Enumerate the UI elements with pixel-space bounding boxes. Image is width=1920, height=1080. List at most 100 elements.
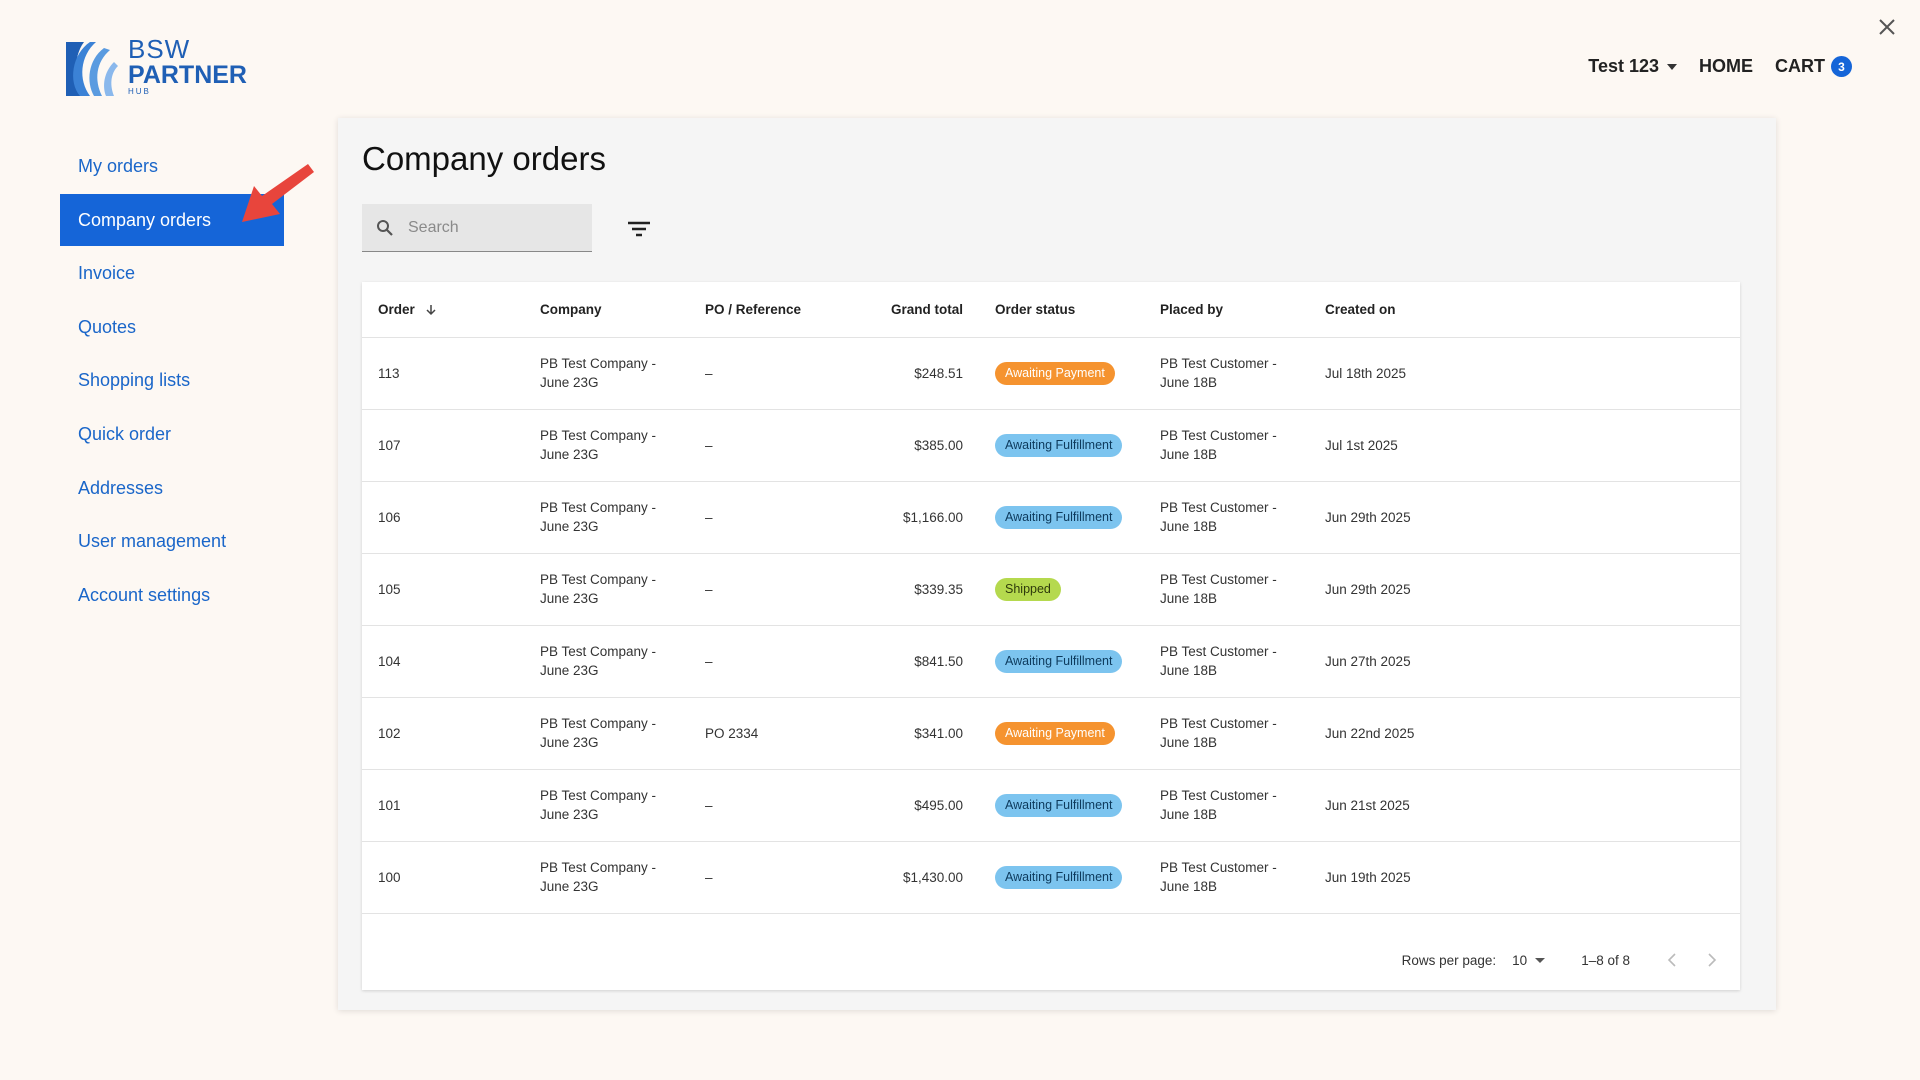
cell-company: PB Test Company - June 23G <box>524 769 689 842</box>
sidebar-item-addresses[interactable]: Addresses <box>60 462 284 514</box>
cell-company: PB Test Company - June 23G <box>524 553 689 626</box>
chevron-right-icon <box>1708 953 1717 967</box>
cell-placed-by: PB Test Customer - June 18B <box>1144 337 1309 410</box>
previous-page-button[interactable] <box>1658 946 1686 974</box>
table-row[interactable]: 101 PB Test Company - June 23G – $495.00 Awa… <box>362 769 1740 842</box>
cell-placed-by: PB Test Customer - June 18B <box>1144 481 1309 554</box>
table-row[interactable]: 102 PB Test Company - June 23G PO 2334 $341… <box>362 697 1740 770</box>
logo-line3: HUB <box>128 87 151 96</box>
rows-per-page-value: 10 <box>1512 952 1528 968</box>
column-header-order-label: Order <box>378 301 415 317</box>
column-header-company[interactable]: Company <box>524 282 689 338</box>
table-row[interactable]: 107 PB Test Company - June 23G – $385.00 Awa… <box>362 409 1740 482</box>
cell-created-on: Jul 18th 2025 <box>1309 337 1740 410</box>
status-badge: Awaiting Fulfillment <box>995 649 1123 673</box>
caret-down-icon <box>1535 957 1546 963</box>
arrow-down-icon <box>426 305 436 316</box>
page-title: Company orders <box>362 140 606 177</box>
column-header-grand-total[interactable]: Grand total <box>839 282 979 338</box>
next-page-button[interactable] <box>1698 946 1726 974</box>
status-badge: Awaiting Fulfillment <box>995 793 1123 817</box>
cell-grand-total: $341.00 <box>839 697 979 770</box>
filter-button[interactable] <box>624 214 654 244</box>
cell-grand-total: $248.51 <box>839 337 979 410</box>
table-header-row: Order Company PO / Reference Grand total… <box>362 282 1740 338</box>
user-menu[interactable]: Test 123 <box>1588 56 1677 77</box>
cell-order: 113 <box>362 337 524 410</box>
cell-po-reference: – <box>689 553 839 626</box>
search-input[interactable] <box>408 218 568 237</box>
cell-order-status: Awaiting Fulfillment <box>979 769 1144 842</box>
filter-icon <box>628 221 650 237</box>
sidebar-item-invoice[interactable]: Invoice <box>60 247 284 299</box>
status-badge: Awaiting Fulfillment <box>995 433 1123 457</box>
table-row[interactable]: 106 PB Test Company - June 23G – $1,166.00 A… <box>362 481 1740 554</box>
cell-order: 104 <box>362 625 524 698</box>
cell-po-reference: – <box>689 769 839 842</box>
column-header-order[interactable]: Order <box>362 282 524 338</box>
cell-order: 106 <box>362 481 524 554</box>
column-header-placed-by[interactable]: Placed by <box>1144 282 1309 338</box>
cell-created-on: Jun 29th 2025 <box>1309 481 1740 554</box>
cell-order: 101 <box>362 769 524 842</box>
close-button[interactable] <box>1872 12 1902 42</box>
table-row[interactable]: 105 PB Test Company - June 23G – $339.35 Shi… <box>362 553 1740 626</box>
pagination: Rows per page: 10 1–8 of 8 <box>1402 946 1726 974</box>
top-navigation: Test 123 HOME CART 3 <box>1588 56 1852 77</box>
caret-down-icon <box>1667 63 1677 70</box>
logo-line1: BSW <box>128 34 191 64</box>
cell-order-status: Shipped <box>979 553 1144 626</box>
cell-placed-by: PB Test Customer - June 18B <box>1144 625 1309 698</box>
sidebar-item-shopping-lists[interactable]: Shopping lists <box>60 354 284 406</box>
cell-created-on: Jun 19th 2025 <box>1309 841 1740 914</box>
search-icon <box>377 219 393 236</box>
cart-count-badge: 3 <box>1831 56 1852 77</box>
cell-order-status: Awaiting Fulfillment <box>979 841 1144 914</box>
cell-order: 102 <box>362 697 524 770</box>
sidebar-item-user-management[interactable]: User management <box>60 515 284 567</box>
cell-company: PB Test Company - June 23G <box>524 841 689 914</box>
cart-link[interactable]: CART 3 <box>1775 56 1852 77</box>
cell-company: PB Test Company - June 23G <box>524 337 689 410</box>
cell-grand-total: $495.00 <box>839 769 979 842</box>
cell-company: PB Test Company - June 23G <box>524 697 689 770</box>
sidebar-item-quotes[interactable]: Quotes <box>60 301 284 353</box>
cell-grand-total: $1,166.00 <box>839 481 979 554</box>
cell-order-status: Awaiting Payment <box>979 337 1144 410</box>
column-header-order-status[interactable]: Order status <box>979 282 1144 338</box>
sidebar-item-quick-order[interactable]: Quick order <box>60 408 284 460</box>
cell-created-on: Jul 1st 2025 <box>1309 409 1740 482</box>
table-row[interactable]: 113 PB Test Company - June 23G – $248.51 Awa… <box>362 337 1740 410</box>
main-panel: Company orders Order <box>338 118 1776 1010</box>
column-header-created-on[interactable]: Created on <box>1309 282 1740 338</box>
table-row[interactable]: 100 PB Test Company - June 23G – $1,430.00 A… <box>362 841 1740 914</box>
cell-grand-total: $385.00 <box>839 409 979 482</box>
cell-company: PB Test Company - June 23G <box>524 409 689 482</box>
logo[interactable]: BSW PARTNER HUB <box>64 34 254 102</box>
orders-table-body: 113 PB Test Company - June 23G – $248.51 Awa… <box>362 337 1740 914</box>
cell-placed-by: PB Test Customer - June 18B <box>1144 409 1309 482</box>
table-row[interactable]: 104 PB Test Company - June 23G – $841.50 Awa… <box>362 625 1740 698</box>
pagination-range: 1–8 of 8 <box>1581 952 1630 968</box>
user-name: Test 123 <box>1588 56 1659 76</box>
cell-placed-by: PB Test Customer - June 18B <box>1144 769 1309 842</box>
home-link[interactable]: HOME <box>1699 56 1753 77</box>
cell-po-reference: – <box>689 409 839 482</box>
sidebar-item-account-settings[interactable]: Account settings <box>60 569 284 621</box>
cell-order: 107 <box>362 409 524 482</box>
cell-placed-by: PB Test Customer - June 18B <box>1144 697 1309 770</box>
search-field[interactable] <box>362 204 592 252</box>
rows-per-page-select[interactable]: 10 <box>1512 952 1546 968</box>
close-icon <box>1879 19 1895 35</box>
status-badge: Shipped <box>995 577 1061 601</box>
cell-order: 105 <box>362 553 524 626</box>
cell-company: PB Test Company - June 23G <box>524 625 689 698</box>
column-header-po-reference[interactable]: PO / Reference <box>689 282 839 338</box>
cell-po-reference: – <box>689 481 839 554</box>
cell-order: 100 <box>362 841 524 914</box>
status-badge: Awaiting Payment <box>995 721 1115 745</box>
cell-po-reference: – <box>689 841 839 914</box>
logo-line2: PARTNER <box>128 61 247 89</box>
cell-grand-total: $841.50 <box>839 625 979 698</box>
status-badge: Awaiting Fulfillment <box>995 865 1123 889</box>
